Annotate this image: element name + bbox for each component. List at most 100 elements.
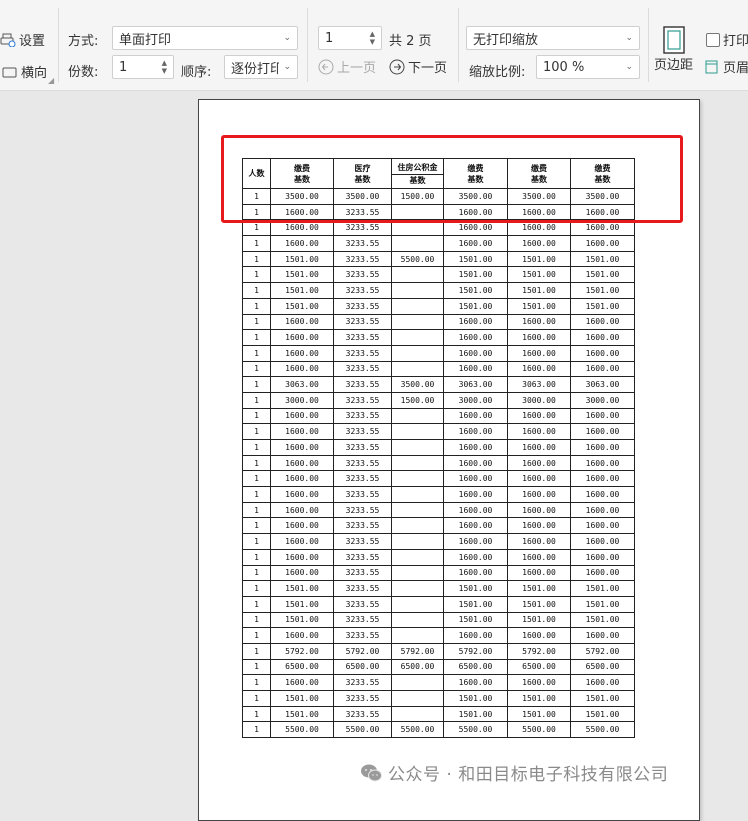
zoom-select[interactable]: 100 % ⌄ xyxy=(536,55,640,79)
table-cell: 1600.00 xyxy=(270,329,334,346)
table-cell: 1600.00 xyxy=(443,439,508,456)
table-row: 1 1600.00 3233.55 1600.00 1600.00 1600.00 xyxy=(242,548,635,566)
table-cell: 5500.00 xyxy=(507,721,571,739)
table-cell: 1600.00 xyxy=(443,329,508,346)
table-cell: 1600.00 xyxy=(270,627,334,644)
mode-label: 方式: xyxy=(68,34,99,49)
page-number-stepper[interactable]: 1 ▲ ▼ xyxy=(318,26,382,50)
table-cell: 1600.00 xyxy=(507,439,571,456)
table-row: 1 1600.00 3233.55 1600.00 1600.00 1600.00 xyxy=(242,501,635,519)
table-cell: 1600.00 xyxy=(507,407,571,425)
print-gridlines-checkbox[interactable]: 打印 xyxy=(706,30,748,49)
landscape-button[interactable]: 横向 xyxy=(2,62,47,81)
table-cell: 1 xyxy=(242,376,271,393)
scale-mode-select[interactable]: 无打印缩放 ⌄ xyxy=(466,26,640,50)
margins-label: 页边距 xyxy=(654,58,694,73)
table-cell: 5500.00 xyxy=(391,721,444,739)
table-cell: 1600.00 xyxy=(270,360,334,378)
table-cell: 3233.55 xyxy=(333,595,392,613)
table-cell: 1 xyxy=(242,282,271,299)
table-row: 1 1501.00 3233.55 1501.00 1501.00 1501.00 xyxy=(242,690,635,707)
table-cell: 1600.00 xyxy=(270,486,334,503)
table-cell: 1600.00 xyxy=(570,313,635,331)
print-mode-select[interactable]: 单面打印 ⌄ xyxy=(112,26,298,50)
table-cell: 1600.00 xyxy=(570,329,635,346)
table-cell: 1600.00 xyxy=(570,470,635,488)
table-cell: 1600.00 xyxy=(570,548,635,566)
table-cell: 1501.00 xyxy=(270,297,334,315)
spin-arrows-icon[interactable]: ▲ ▼ xyxy=(370,30,375,46)
table-cell: 1501.00 xyxy=(270,580,334,597)
table-cell xyxy=(391,533,444,550)
table-cell: 1501.00 xyxy=(270,266,334,284)
table-row: 1 3000.00 3233.55 1500.00 3000.00 3000.00 3000… xyxy=(242,391,635,409)
table-row: 1 1600.00 3233.55 1600.00 1600.00 1600.00 xyxy=(242,235,635,252)
prev-page-label: 上一页 xyxy=(337,61,377,76)
table-cell: 3233.55 xyxy=(333,407,392,425)
page-number-value: 1 xyxy=(325,30,334,46)
table-cell: 1600.00 xyxy=(443,235,508,252)
print-option-label: 打印 xyxy=(723,34,748,49)
table-cell: 1501.00 xyxy=(443,580,508,597)
table-cell: 1600.00 xyxy=(570,344,635,362)
table-row: 1 1501.00 3233.55 1501.00 1501.00 1501.00 xyxy=(242,705,635,723)
spin-arrows-icon[interactable]: ▲ ▼ xyxy=(162,59,167,75)
table-cell: 1 xyxy=(242,297,271,315)
settings-button[interactable]: 设置 xyxy=(0,30,45,49)
table-cell: 1501.00 xyxy=(507,611,571,629)
table-cell: 5792.00 xyxy=(443,642,508,660)
table-cell: 3233.55 xyxy=(333,705,392,723)
table-row: 1 1501.00 3233.55 5500.00 1501.00 1501.00 1501… xyxy=(242,250,635,268)
table-cell xyxy=(391,580,444,597)
table-cell: 1501.00 xyxy=(507,266,571,284)
copies-stepper[interactable]: 1 ▲ ▼ xyxy=(112,55,174,79)
table-cell: 1600.00 xyxy=(443,674,508,691)
table-cell: 1501.00 xyxy=(443,282,508,299)
table-cell: 1600.00 xyxy=(443,533,508,550)
table-cell: 3233.55 xyxy=(333,282,392,299)
table-cell: 1600.00 xyxy=(270,313,334,331)
table-cell: 3233.55 xyxy=(333,690,392,707)
print-mode-value: 单面打印 xyxy=(119,32,172,48)
header-footer-label: 页眉 xyxy=(723,61,748,76)
table-cell xyxy=(391,517,444,535)
chevron-down-icon: ⌄ xyxy=(625,33,633,43)
table-cell: 1501.00 xyxy=(570,580,635,597)
table-cell: 1600.00 xyxy=(270,501,334,519)
table-cell: 3233.55 xyxy=(333,297,392,315)
table-row: 1 6500.00 6500.00 6500.00 6500.00 6500.00 6500… xyxy=(242,658,635,676)
margins-button[interactable]: 页边距 xyxy=(654,26,693,73)
landscape-page-icon xyxy=(2,67,17,77)
table-cell: 1 xyxy=(242,548,271,566)
table-cell: 1600.00 xyxy=(507,423,571,440)
table-cell: 1600.00 xyxy=(507,674,571,691)
table-cell: 3500.00 xyxy=(391,376,444,393)
table-row: 1 1600.00 3233.55 1600.00 1600.00 1600.00 xyxy=(242,454,635,472)
table-row: 1 1501.00 3233.55 1501.00 1501.00 1501.00 xyxy=(242,266,635,284)
table-cell: 1600.00 xyxy=(507,344,571,362)
table-row: 1 3063.00 3233.55 3500.00 3063.00 3063.00 3063… xyxy=(242,376,635,393)
arrow-right-circle-icon xyxy=(389,59,405,74)
table-cell xyxy=(391,266,444,284)
next-page-button[interactable]: 下一页 xyxy=(389,57,447,76)
prev-page-button[interactable]: 上一页 xyxy=(318,57,376,76)
table-cell: 1 xyxy=(242,250,271,268)
table-cell xyxy=(391,454,444,472)
table-cell: 1600.00 xyxy=(570,439,635,456)
table-cell: 1 xyxy=(242,313,271,331)
table-cell: 1501.00 xyxy=(570,282,635,299)
print-order-select[interactable]: 逐份打印 ⌄ xyxy=(224,55,298,79)
table-cell: 3233.55 xyxy=(333,454,392,472)
table-cell: 1 xyxy=(242,439,271,456)
table-cell xyxy=(391,486,444,503)
table-cell: 1501.00 xyxy=(570,690,635,707)
table-cell: 3233.55 xyxy=(333,501,392,519)
table-cell: 3233.55 xyxy=(333,344,392,362)
header-footer-button[interactable]: 页眉 xyxy=(704,57,748,76)
table-cell: 1501.00 xyxy=(570,705,635,723)
table-cell: 1600.00 xyxy=(507,235,571,252)
table-cell: 3233.55 xyxy=(333,235,392,252)
table-cell: 3233.55 xyxy=(333,391,392,409)
table-cell: 1501.00 xyxy=(507,595,571,613)
arrow-left-circle-icon xyxy=(318,59,334,74)
